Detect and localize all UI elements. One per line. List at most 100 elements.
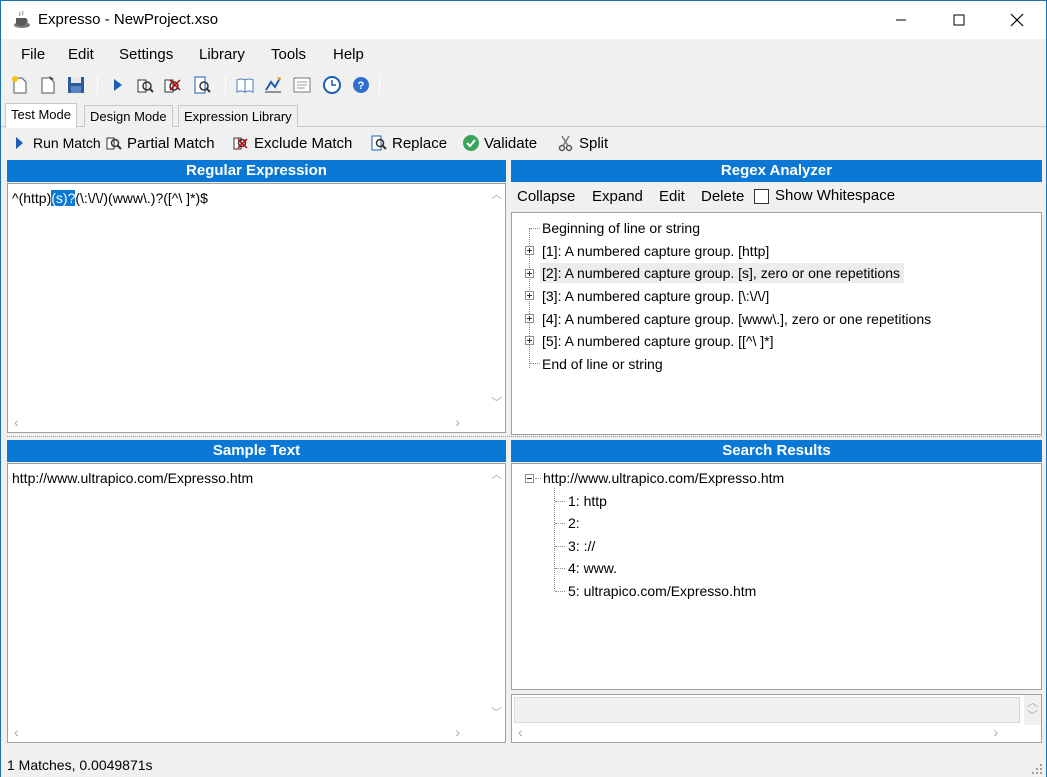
- analyzer-panel-header: Regex Analyzer: [511, 160, 1042, 182]
- maximize-button[interactable]: [930, 1, 988, 39]
- delete-button[interactable]: Delete: [701, 188, 744, 205]
- sample-horizontal-scrollbar[interactable]: ‹ ›: [8, 725, 488, 742]
- new-file-icon[interactable]: [9, 74, 31, 96]
- help-icon[interactable]: ?: [350, 74, 372, 96]
- scroll-up-icon[interactable]: ︿: [491, 190, 502, 201]
- tree-connector: [555, 501, 565, 502]
- menu-tools[interactable]: Tools: [271, 46, 306, 63]
- expand-button[interactable]: Expand: [592, 188, 643, 205]
- run-match-label: Run Match: [33, 135, 101, 151]
- tab-expression-library[interactable]: Expression Library: [178, 105, 298, 127]
- tree-connector: [555, 591, 565, 592]
- scroll-up-icon[interactable]: ︿: [1027, 698, 1038, 709]
- tree-item[interactable]: End of line or string: [542, 354, 663, 374]
- tree-item[interactable]: [3]: A numbered capture group. [\:\/\/]: [542, 286, 769, 306]
- exclude-match-icon[interactable]: [162, 74, 184, 96]
- expand-plus-icon[interactable]: [525, 314, 534, 323]
- results-panel-header: Search Results: [511, 440, 1042, 462]
- tab-test-mode[interactable]: Test Mode: [5, 103, 77, 128]
- replace-button[interactable]: Replace: [370, 133, 447, 153]
- title-bar: Expresso - NewProject.xso: [1, 1, 1046, 39]
- result-group-item[interactable]: 2:: [568, 513, 580, 533]
- show-whitespace-checkbox[interactable]: [754, 189, 769, 204]
- expand-plus-icon[interactable]: [525, 269, 534, 278]
- search-results-tree[interactable]: http://www.ultrapico.com/Expresso.htm 1:…: [511, 463, 1042, 690]
- analyzer-tree[interactable]: Beginning of line or string [1]: A numbe…: [511, 212, 1042, 435]
- collapse-minus-icon[interactable]: [525, 474, 534, 483]
- menu-file[interactable]: File: [21, 46, 45, 63]
- library-icon[interactable]: [234, 74, 256, 96]
- result-match-item[interactable]: http://www.ultrapico.com/Expresso.htm: [543, 468, 784, 488]
- scroll-left-icon[interactable]: ‹: [518, 725, 523, 739]
- result-detail-box[interactable]: ︿ ﹀ ‹ ›: [511, 694, 1042, 743]
- partial-match-icon: [105, 134, 123, 152]
- menu-settings[interactable]: Settings: [119, 46, 173, 63]
- sample-panel-header: Sample Text: [7, 440, 506, 462]
- split-button[interactable]: Split: [557, 133, 608, 153]
- run-icon[interactable]: [107, 74, 129, 96]
- open-file-icon[interactable]: [37, 74, 59, 96]
- replace-icon[interactable]: [191, 74, 213, 96]
- collapse-button[interactable]: Collapse: [517, 188, 575, 205]
- scroll-down-icon[interactable]: ﹀: [1027, 711, 1038, 722]
- partial-match-icon[interactable]: [134, 74, 156, 96]
- result-group-item[interactable]: 4: www.: [568, 558, 617, 578]
- tree-item[interactable]: Beginning of line or string: [542, 218, 700, 238]
- scroll-left-icon[interactable]: ‹: [14, 415, 19, 429]
- expresso-app-icon: [12, 10, 32, 30]
- scroll-down-icon[interactable]: ﹀: [491, 708, 502, 719]
- tree-item[interactable]: [4]: A numbered capture group. [www\.], …: [542, 309, 931, 329]
- menu-help[interactable]: Help: [333, 46, 364, 63]
- exclude-match-button[interactable]: Exclude Match: [232, 133, 352, 153]
- scroll-right-icon[interactable]: ›: [455, 725, 460, 739]
- scroll-right-icon[interactable]: ›: [455, 415, 460, 429]
- panel-splitter[interactable]: [7, 436, 1042, 438]
- window-title: Expresso - NewProject.xso: [38, 11, 219, 28]
- sample-vertical-scrollbar[interactable]: ︿ ﹀: [488, 464, 505, 725]
- regex-horizontal-scrollbar[interactable]: ‹ ›: [8, 415, 488, 432]
- show-whitespace-label[interactable]: Show Whitespace: [775, 187, 895, 204]
- result-group-item[interactable]: 3: ://: [568, 536, 595, 556]
- tree-item-highlighted[interactable]: [2]: A numbered capture group. [s], zero…: [540, 263, 904, 283]
- analyzer-toolbar: Collapse Expand Edit Delete Show Whitesp…: [511, 184, 1042, 210]
- result-group-item[interactable]: 5: ultrapico.com/Expresso.htm: [568, 581, 756, 601]
- chart-icon[interactable]: [262, 74, 284, 96]
- scroll-down-icon[interactable]: ﹀: [491, 398, 502, 409]
- tab-design-mode[interactable]: Design Mode: [84, 105, 173, 127]
- regex-expression: ^(http)(s)?(\:\/\/)(www\.)?([^\ ]*)$: [12, 190, 208, 206]
- validate-button[interactable]: Validate: [462, 133, 537, 153]
- scroll-right-icon[interactable]: ›: [993, 725, 998, 739]
- tree-connector: [535, 478, 541, 479]
- save-icon[interactable]: [65, 74, 87, 96]
- scroll-up-icon[interactable]: ︿: [491, 470, 502, 481]
- edit-button[interactable]: Edit: [659, 188, 685, 205]
- expand-plus-icon[interactable]: [525, 336, 534, 345]
- close-button[interactable]: [988, 1, 1046, 39]
- menu-library[interactable]: Library: [199, 46, 245, 63]
- expand-plus-icon[interactable]: [525, 246, 534, 255]
- detail-vertical-scrollbar[interactable]: ︿ ﹀: [1024, 695, 1041, 725]
- notes-icon[interactable]: [291, 74, 313, 96]
- status-text: 1 Matches, 0.0049871s: [7, 757, 153, 773]
- minimize-button[interactable]: [872, 1, 930, 39]
- tree-connector: [530, 228, 540, 229]
- menu-edit[interactable]: Edit: [68, 46, 94, 63]
- partial-match-button[interactable]: Partial Match: [105, 133, 215, 153]
- run-match-button[interactable]: Run Match: [11, 133, 101, 153]
- resize-grip-icon[interactable]: [1031, 762, 1043, 774]
- clock-icon[interactable]: [321, 74, 343, 96]
- result-detail-field[interactable]: [514, 697, 1020, 723]
- regex-text-after: (\:\/\/)(www\.)?([^\ ]*)$: [75, 190, 208, 206]
- detail-horizontal-scrollbar[interactable]: ‹ ›: [512, 725, 1024, 742]
- tree-item[interactable]: [1]: A numbered capture group. [http]: [542, 241, 769, 261]
- regex-vertical-scrollbar[interactable]: ︿ ﹀: [488, 184, 505, 415]
- run-icon: [11, 134, 29, 152]
- expand-plus-icon[interactable]: [525, 291, 534, 300]
- tree-item[interactable]: [5]: A numbered capture group. [[^\ ]*]: [542, 331, 774, 351]
- sample-text-editor[interactable]: http://www.ultrapico.com/Expresso.htm ︿ …: [7, 463, 506, 743]
- result-group-item[interactable]: 1: http: [568, 491, 607, 511]
- scroll-left-icon[interactable]: ‹: [14, 725, 19, 739]
- tree-connector: [555, 546, 565, 547]
- regex-editor[interactable]: ^(http)(s)?(\:\/\/)(www\.)?([^\ ]*)$ ︿ ﹀…: [7, 183, 506, 433]
- toolbar-separator: [97, 75, 98, 95]
